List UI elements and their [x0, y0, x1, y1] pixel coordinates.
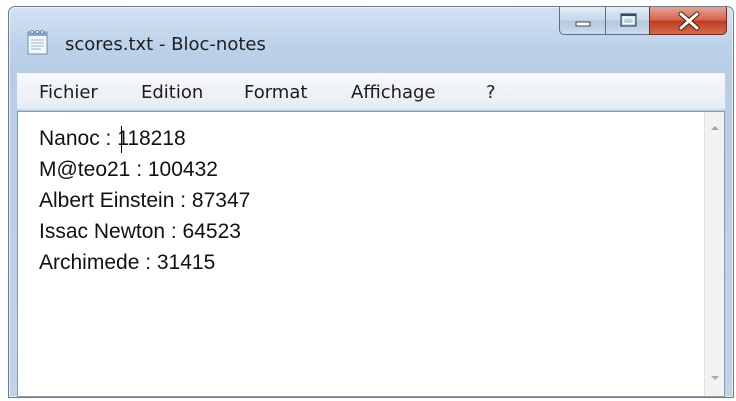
close-button[interactable]	[649, 7, 727, 35]
menu-format[interactable]: Format	[244, 82, 307, 103]
menu-bar: Fichier Edition Format Affichage ?	[17, 73, 725, 110]
menu-edition[interactable]: Edition	[141, 82, 203, 103]
text-line: Archimede : 31415	[39, 251, 216, 274]
maximize-icon	[620, 13, 637, 27]
text-line: Nanoc : 118218	[39, 127, 186, 150]
text-line: Issac Newton : 64523	[39, 220, 241, 243]
title-bar[interactable]: scores.txt - Bloc-notes	[9, 7, 733, 69]
minimize-button[interactable]	[559, 7, 606, 35]
chevron-up-icon[interactable]	[705, 118, 725, 138]
notepad-icon[interactable]	[27, 29, 49, 55]
text-line: Albert Einstein : 87347	[39, 189, 251, 212]
text-line: M@teo21 : 100432	[39, 158, 218, 181]
text-editor[interactable]: Nanoc : 118218 M@teo21 : 100432 Albert E…	[17, 111, 725, 397]
text-content[interactable]: Nanoc : 118218 M@teo21 : 100432 Albert E…	[18, 112, 704, 396]
close-icon	[678, 11, 700, 31]
menu-fichier[interactable]: Fichier	[39, 82, 98, 103]
text-caret	[121, 126, 122, 153]
notepad-window: scores.txt - Bloc-notes Fichier Edition …	[8, 6, 734, 398]
window-title: scores.txt - Bloc-notes	[65, 34, 266, 55]
menu-help[interactable]: ?	[486, 82, 496, 103]
vertical-scrollbar[interactable]	[704, 112, 724, 396]
chevron-down-icon[interactable]	[705, 368, 725, 388]
caption-buttons	[559, 7, 729, 37]
menu-affichage[interactable]: Affichage	[351, 82, 436, 103]
minimize-icon	[575, 21, 591, 27]
maximize-button[interactable]	[605, 7, 650, 35]
